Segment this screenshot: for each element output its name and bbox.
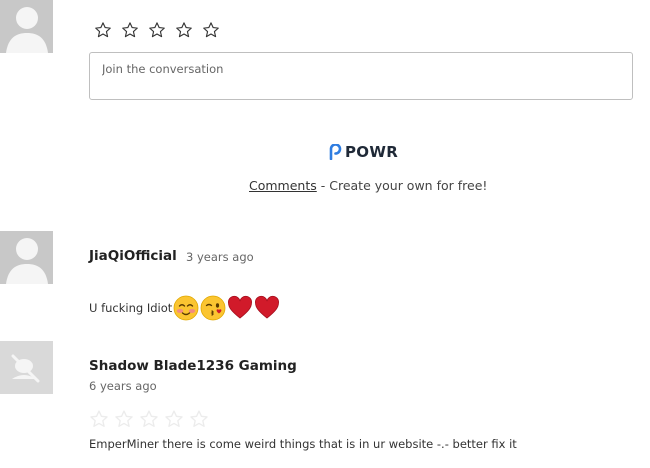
star-icon [189,409,209,429]
comment-time: 3 years ago [186,250,254,264]
avatar [0,341,53,394]
star-icon[interactable] [94,21,112,39]
user-silhouette-icon [0,231,53,284]
star-icon[interactable] [175,21,193,39]
comment-time: 6 years ago [89,379,157,393]
broken-image-icon [0,341,53,394]
powr-tagline: Comments - Create your own for free! [249,178,487,193]
powr-logo[interactable]: POWR [329,143,398,161]
comments-link[interactable]: Comments [249,178,317,193]
kissing-face-wink-icon [200,295,226,321]
star-icon [139,409,159,429]
powr-logo-icon [329,144,342,160]
comment-text: U fucking Idiot [89,301,173,315]
comment-rating-stars [89,409,209,429]
star-icon [114,409,134,429]
blushing-face-icon [173,295,199,321]
comment-text: EmperMiner there is come weird things th… [89,437,517,451]
comment-author[interactable]: Shadow Blade1236 Gaming [89,358,297,374]
powr-logo-text: POWR [345,143,399,161]
comment-input[interactable] [90,53,632,85]
comment-field[interactable] [89,52,633,100]
star-icon[interactable] [202,21,220,39]
comment-author[interactable]: JiaQiOfficial [89,248,177,264]
red-heart-icon [227,295,253,321]
star-icon[interactable] [121,21,139,39]
star-icon [89,409,109,429]
red-heart-icon [254,295,280,321]
rating-stars[interactable] [94,21,220,39]
star-icon [164,409,184,429]
avatar [0,0,53,53]
comment-body: U fucking Idiot [89,294,280,322]
powr-tagline-text: - Create your own for free! [316,178,488,193]
avatar [0,231,53,284]
user-silhouette-icon [0,0,53,53]
star-icon[interactable] [148,21,166,39]
